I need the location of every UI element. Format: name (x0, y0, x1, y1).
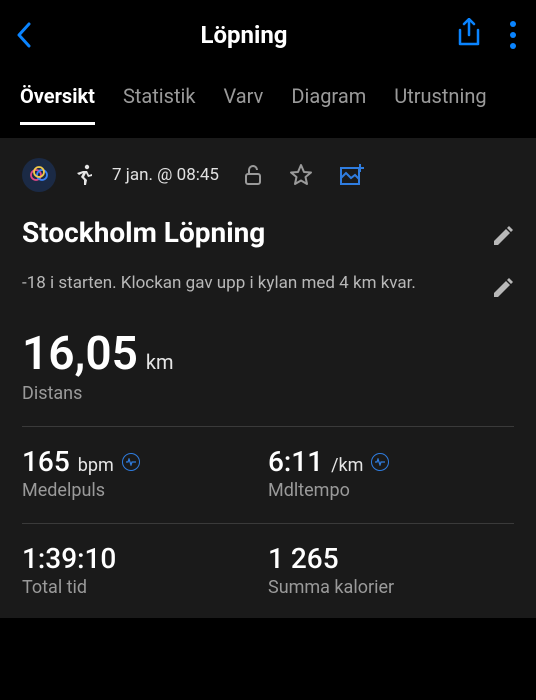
activity-meta-row: 7 jan. @ 08:45 (22, 158, 514, 192)
unlock-icon[interactable] (243, 164, 263, 186)
avg-hr-label: Medelpuls (22, 480, 268, 501)
dot-icon (510, 21, 516, 27)
activity-notes: -18 i starten. Klockan gav upp i kylan m… (22, 271, 416, 296)
stat-total-time: 1:39:10 Total tid (22, 542, 268, 598)
share-icon (456, 18, 482, 48)
rings-icon (28, 164, 50, 186)
star-icon[interactable] (289, 163, 313, 187)
avg-hr-value: 165 (22, 445, 70, 478)
tab-statistics[interactable]: Statistik (123, 70, 196, 125)
tab-overview[interactable]: Översikt (20, 70, 95, 125)
avg-hr-unit: bpm (78, 455, 114, 476)
activity-type-badge[interactable] (22, 158, 56, 192)
dot-icon (510, 32, 516, 38)
avg-pace-label: Mdltempo (268, 480, 514, 501)
page-title: Löpning (32, 21, 456, 49)
avg-pace-value: 6:11 (268, 445, 323, 478)
header: Löpning (0, 0, 536, 70)
edit-title-button[interactable] (492, 225, 514, 247)
stat-avg-pace: 6:11 /km Mdltempo (268, 445, 514, 501)
overview-panel: 7 jan. @ 08:45 Stockholm Löpning -18 i s… (0, 138, 536, 618)
chevron-left-icon (16, 22, 32, 48)
edit-notes-button[interactable] (492, 277, 514, 299)
more-menu-button[interactable] (510, 21, 516, 49)
tab-charts[interactable]: Diagram (291, 70, 366, 125)
activity-datetime: 7 jan. @ 08:45 (112, 165, 219, 185)
stat-calories: 1 265 Summa kalorier (268, 542, 514, 598)
running-icon (74, 164, 94, 186)
avg-pace-unit: /km (331, 455, 363, 476)
total-time-value: 1:39:10 (22, 542, 116, 575)
dot-icon (510, 43, 516, 49)
total-time-label: Total tid (22, 577, 268, 598)
distance-unit: km (146, 350, 174, 374)
distance-value: 16,05 (22, 327, 138, 381)
source-badge-icon[interactable] (122, 453, 140, 471)
tab-bar: Översikt Statistik Varv Diagram Utrustni… (0, 70, 536, 126)
stats-row-1: 165 bpm Medelpuls 6:11 /km Mdltempo (22, 445, 514, 501)
divider (22, 426, 514, 427)
tab-gear[interactable]: Utrustning (394, 70, 486, 125)
stat-avg-hr: 165 bpm Medelpuls (22, 445, 268, 501)
tab-laps[interactable]: Varv (224, 70, 264, 125)
calories-label: Summa kalorier (268, 577, 514, 598)
share-button[interactable] (456, 18, 482, 52)
stats-row-2: 1:39:10 Total tid 1 265 Summa kalorier (22, 542, 514, 598)
source-badge-icon[interactable] (371, 453, 389, 471)
back-button[interactable] (16, 22, 32, 48)
stat-distance: 16,05 km Distans (22, 327, 514, 404)
add-photo-icon[interactable] (339, 163, 365, 187)
activity-title: Stockholm Löpning (22, 216, 265, 249)
distance-label: Distans (22, 383, 514, 404)
divider (22, 523, 514, 524)
calories-value: 1 265 (268, 542, 339, 575)
